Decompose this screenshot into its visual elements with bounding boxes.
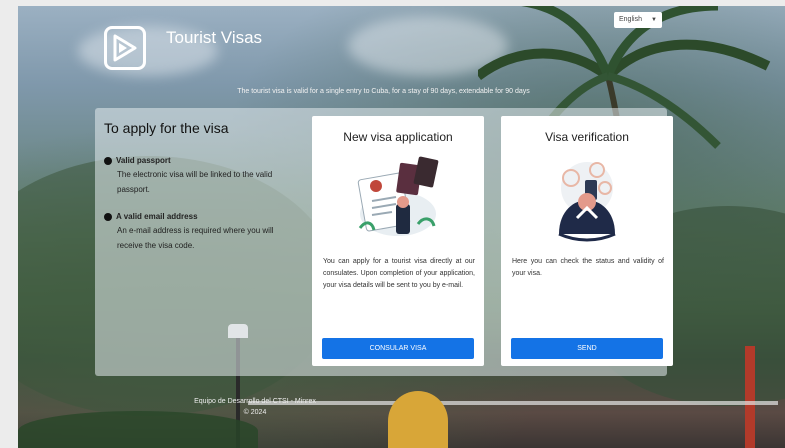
requirement-item: Valid passport The electronic visa will … xyxy=(104,156,277,197)
footer-copyright: © 2024 xyxy=(243,409,267,416)
consular-visa-button[interactable]: CONSULAR VISA xyxy=(322,338,474,359)
language-select-value: English xyxy=(619,16,642,23)
bushes xyxy=(18,411,258,448)
page-title: Tourist Visas xyxy=(166,28,263,47)
apply-title: To apply for the visa xyxy=(104,120,229,136)
person-yellow-shirt xyxy=(388,391,448,448)
requirement-description: The electronic visa will be linked to th… xyxy=(117,170,273,194)
language-select[interactable]: English ▼ xyxy=(614,12,662,28)
card-description: You can apply for a tourist visa directl… xyxy=(323,258,475,289)
page-subtitle: The tourist visa is valid for a single e… xyxy=(237,88,530,95)
footer-credits: Equipo de Desarrollo del CTSI - Minrex ©… xyxy=(180,398,330,416)
card-title: Visa verification xyxy=(545,130,629,144)
passport-application-icon xyxy=(357,156,439,236)
play-logo-icon xyxy=(113,34,137,62)
bullet-icon xyxy=(104,156,112,165)
card-description: Here you can check the status and validi… xyxy=(512,258,664,277)
requirement-heading: A valid email address xyxy=(116,212,198,221)
requirement-heading: Valid passport xyxy=(116,156,171,165)
visa-verification-card: Visa verification Here you can check the… xyxy=(501,116,673,366)
bullet-icon xyxy=(104,212,112,221)
card-title: New visa application xyxy=(343,130,453,144)
person-verifying-icon xyxy=(558,162,616,242)
new-visa-card: New visa application You can apply for a… xyxy=(312,116,484,366)
chevron-down-icon: ▼ xyxy=(651,17,657,23)
requirement-description: An e-mail address is required where you … xyxy=(117,226,274,250)
send-button[interactable]: SEND xyxy=(511,338,663,359)
red-pillar xyxy=(745,346,755,448)
app-logo xyxy=(104,26,146,70)
footer-team: Equipo de Desarrollo del CTSI - Minrex xyxy=(194,398,316,405)
requirement-item: A valid email address An e-mail address … xyxy=(104,212,277,253)
